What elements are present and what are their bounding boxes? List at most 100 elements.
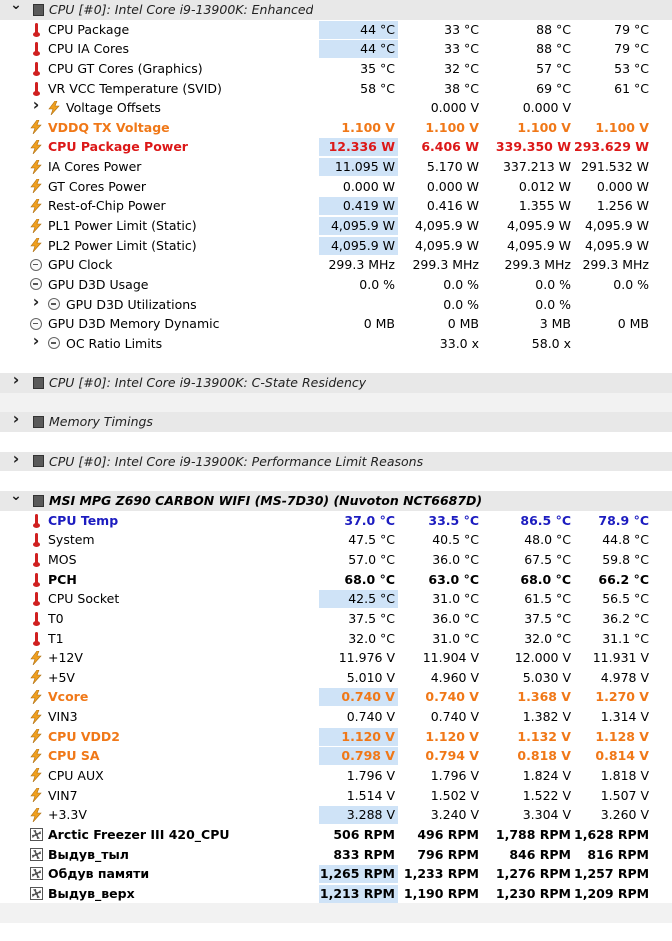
sensor-row[interactable]: IA Cores Power 11.095 W 5.170 W 337.213 W 29…: [0, 157, 672, 177]
chip-icon: [31, 375, 45, 390]
sensor-row[interactable]: T0 37.5 °C 36.0 °C 37.5 °C 36.2 °C: [0, 609, 672, 629]
sensor-row[interactable]: PL2 Power Limit (Static) 4,095.9 W 4,095.9…: [0, 236, 672, 256]
current-value: 37.0 °C: [344, 512, 395, 528]
sensor-label: VDDQ TX Voltage: [48, 119, 170, 135]
average-value: 36.2 °C: [602, 610, 649, 626]
sensor-row[interactable]: +3.3V 3.288 V 3.240 V 3.304 V 3.260 V: [0, 805, 672, 825]
group-header[interactable]: ⌄ CPU [#0]: Intel Core i9-13900K: Enhance…: [0, 0, 672, 20]
min-value: 32 °C: [444, 60, 479, 76]
current-value: 1.796 V: [346, 767, 395, 783]
sensor-row[interactable]: CPU IA Cores 44 °C 33 °C 88 °C 79 °C: [0, 39, 672, 59]
sensor-row[interactable]: GPU D3D Memory Dynamic 0 MB 0 MB 3 MB 0 MB: [0, 314, 672, 334]
sensor-row[interactable]: CPU Package Power 12.336 W 6.406 W 339.350 …: [0, 137, 672, 157]
group-header[interactable]: › CPU [#0]: Intel Core i9-13900K: Perform…: [0, 450, 672, 472]
chevron-right-icon[interactable]: ›: [30, 293, 42, 309]
sensor-label: T1: [48, 630, 64, 646]
sensor-row[interactable]: Выдув_тыл 833 RPM 796 RPM 846 RPM 816 RPM: [0, 845, 672, 865]
chevron-right-icon[interactable]: ›: [30, 332, 42, 348]
current-value: 1.120 V: [319, 727, 398, 746]
max-value: 88 °C: [536, 41, 571, 57]
max-value: 61.5 °C: [524, 591, 571, 607]
spacer-row: [0, 392, 672, 413]
chevron-right-icon[interactable]: ›: [10, 450, 22, 466]
group-header[interactable]: › CPU [#0]: Intel Core i9-13900K: C-State…: [0, 372, 672, 393]
max-value: 846 RPM: [509, 846, 571, 862]
sensor-row[interactable]: VR VCC Temperature (SVID) 58 °C 38 °C 69 °C…: [0, 79, 672, 99]
min-value: 0.416 W: [426, 198, 479, 214]
thermometer-icon: [29, 41, 43, 57]
sensor-row[interactable]: GPU Clock 299.3 MHz 299.3 MHz 299.3 MHz 299.…: [0, 255, 672, 275]
sensor-row[interactable]: CPU AUX 1.796 V 1.796 V 1.824 V 1.818 V: [0, 766, 672, 786]
sensor-row[interactable]: Arctic Freezer III 420_CPU 506 RPM 496 RPM…: [0, 825, 672, 845]
sensor-row[interactable]: Обдув памяти 1,265 RPM 1,233 RPM 1,276 RPM 1…: [0, 864, 672, 884]
sensor-row[interactable]: VIN3 0.740 V 0.740 V 1.382 V 1.314 V: [0, 707, 672, 727]
max-value: 1.824 V: [522, 767, 571, 783]
sensor-row[interactable]: Vcore 0.740 V 0.740 V 1.368 V 1.270 V: [0, 687, 672, 707]
chevron-down-icon[interactable]: ⌄: [10, 489, 22, 503]
chevron-right-icon[interactable]: ›: [10, 372, 22, 388]
min-value: 36.0 °C: [432, 610, 479, 626]
sensor-row[interactable]: CPU GT Cores (Graphics) 35 °C 32 °C 57 °C 53…: [0, 59, 672, 79]
average-value: 79 °C: [614, 41, 649, 57]
sensor-label: Rest-of-Chip Power: [48, 198, 166, 214]
sensor-row[interactable]: PCH 68.0 °C 63.0 °C 68.0 °C 66.2 °C: [0, 570, 672, 590]
average-value: 4.978 V: [600, 669, 649, 685]
group-header[interactable]: ⌄ MSI MPG Z690 CARBON WIFI (MS-7D30) (Nuv…: [0, 489, 672, 511]
current-value: 58 °C: [360, 80, 395, 96]
average-value: 1.256 W: [596, 198, 649, 214]
sensor-label: CPU VDD2: [48, 728, 120, 744]
group-header[interactable]: › Memory Timings: [0, 411, 672, 433]
chevron-down-icon[interactable]: ⌄: [10, 0, 22, 12]
average-value: 1.818 V: [600, 767, 649, 783]
sensor-row[interactable]: CPU SA 0.798 V 0.794 V 0.818 V 0.814 V: [0, 746, 672, 766]
current-value: [319, 99, 398, 117]
sensor-row[interactable]: System 47.5 °C 40.5 °C 48.0 °C 44.8 °C: [0, 530, 672, 550]
current-value: 0.740 V: [346, 709, 395, 725]
sensor-row[interactable]: CPU VDD2 1.120 V 1.120 V 1.132 V 1.128 V: [0, 727, 672, 747]
bolt-icon: [29, 729, 43, 744]
min-value: 0.000 W: [426, 178, 479, 194]
min-value: 33.0 x: [439, 335, 479, 351]
current-value: 32.0 °C: [348, 630, 395, 646]
sensor-row[interactable]: GT Cores Power 0.000 W 0.000 W 0.012 W 0.000…: [0, 177, 672, 197]
sensor-row[interactable]: +5V 5.010 V 4.960 V 5.030 V 4.978 V: [0, 668, 672, 688]
min-value: 0.000 V: [430, 100, 479, 116]
thermometer-icon: [29, 532, 43, 548]
fan-icon: [29, 847, 43, 862]
average-value: [574, 335, 652, 353]
sensor-row[interactable]: Rest-of-Chip Power 0.419 W 0.416 W 1.355 W 1…: [0, 196, 672, 216]
max-value: 57 °C: [536, 60, 571, 76]
sensor-row[interactable]: Выдув_верх 1,213 RPM 1,190 RPM 1,230 RPM 1,2…: [0, 884, 672, 904]
thermometer-icon: [29, 22, 43, 37]
min-value: 299.3 MHz: [412, 257, 479, 273]
sensor-row[interactable]: VDDQ TX Voltage 1.100 V 1.100 V 1.100 V 1.10…: [0, 118, 672, 138]
sensor-row[interactable]: MOS 57.0 °C 36.0 °C 67.5 °C 59.8 °C: [0, 550, 672, 570]
sensor-row[interactable]: CPU Package 44 °C 33 °C 88 °C 79 °C: [0, 20, 672, 40]
sensor-row[interactable]: CPU Temp 37.0 °C 33.5 °C 86.5 °C 78.9 °C: [0, 511, 672, 531]
sensor-row[interactable]: › GPU D3D Utilizations 0.0 % 0.0 %: [0, 293, 672, 315]
min-value: 1.796 V: [430, 767, 479, 783]
min-value: 1,233 RPM: [403, 866, 479, 882]
min-value: 1.120 V: [425, 728, 479, 744]
max-value: 1.100 V: [517, 119, 571, 135]
sensor-row[interactable]: › Voltage Offsets 0.000 V 0.000 V: [0, 97, 672, 118]
sensor-row[interactable]: VIN7 1.514 V 1.502 V 1.522 V 1.507 V: [0, 786, 672, 806]
average-value: [574, 99, 652, 117]
current-value: 42.5 °C: [319, 590, 398, 609]
sensor-row[interactable]: T1 32.0 °C 31.0 °C 32.0 °C 31.1 °C: [0, 629, 672, 649]
max-value: 337.213 W: [502, 159, 571, 175]
current-value: 5.010 V: [346, 669, 395, 685]
min-value: 0.794 V: [425, 748, 479, 764]
chevron-right-icon[interactable]: ›: [30, 97, 42, 113]
sensor-row[interactable]: +12V 11.976 V 11.904 V 12.000 V 11.931 V: [0, 648, 672, 668]
sensor-row[interactable]: CPU Socket 42.5 °C 31.0 °C 61.5 °C 56.5 °C: [0, 589, 672, 609]
sensor-row[interactable]: PL1 Power Limit (Static) 4,095.9 W 4,095.9…: [0, 216, 672, 236]
current-value: 44 °C: [319, 40, 398, 59]
min-value: 0.740 V: [425, 689, 479, 705]
max-value: 3 MB: [539, 316, 571, 332]
sensor-row[interactable]: GPU D3D Usage 0.0 % 0.0 % 0.0 % 0.0 %: [0, 275, 672, 295]
chevron-right-icon[interactable]: ›: [10, 411, 22, 427]
sensor-row[interactable]: › OC Ratio Limits 33.0 x 58.0 x: [0, 332, 672, 354]
thermometer-icon: [29, 591, 43, 607]
min-value: 1.100 V: [425, 119, 479, 135]
